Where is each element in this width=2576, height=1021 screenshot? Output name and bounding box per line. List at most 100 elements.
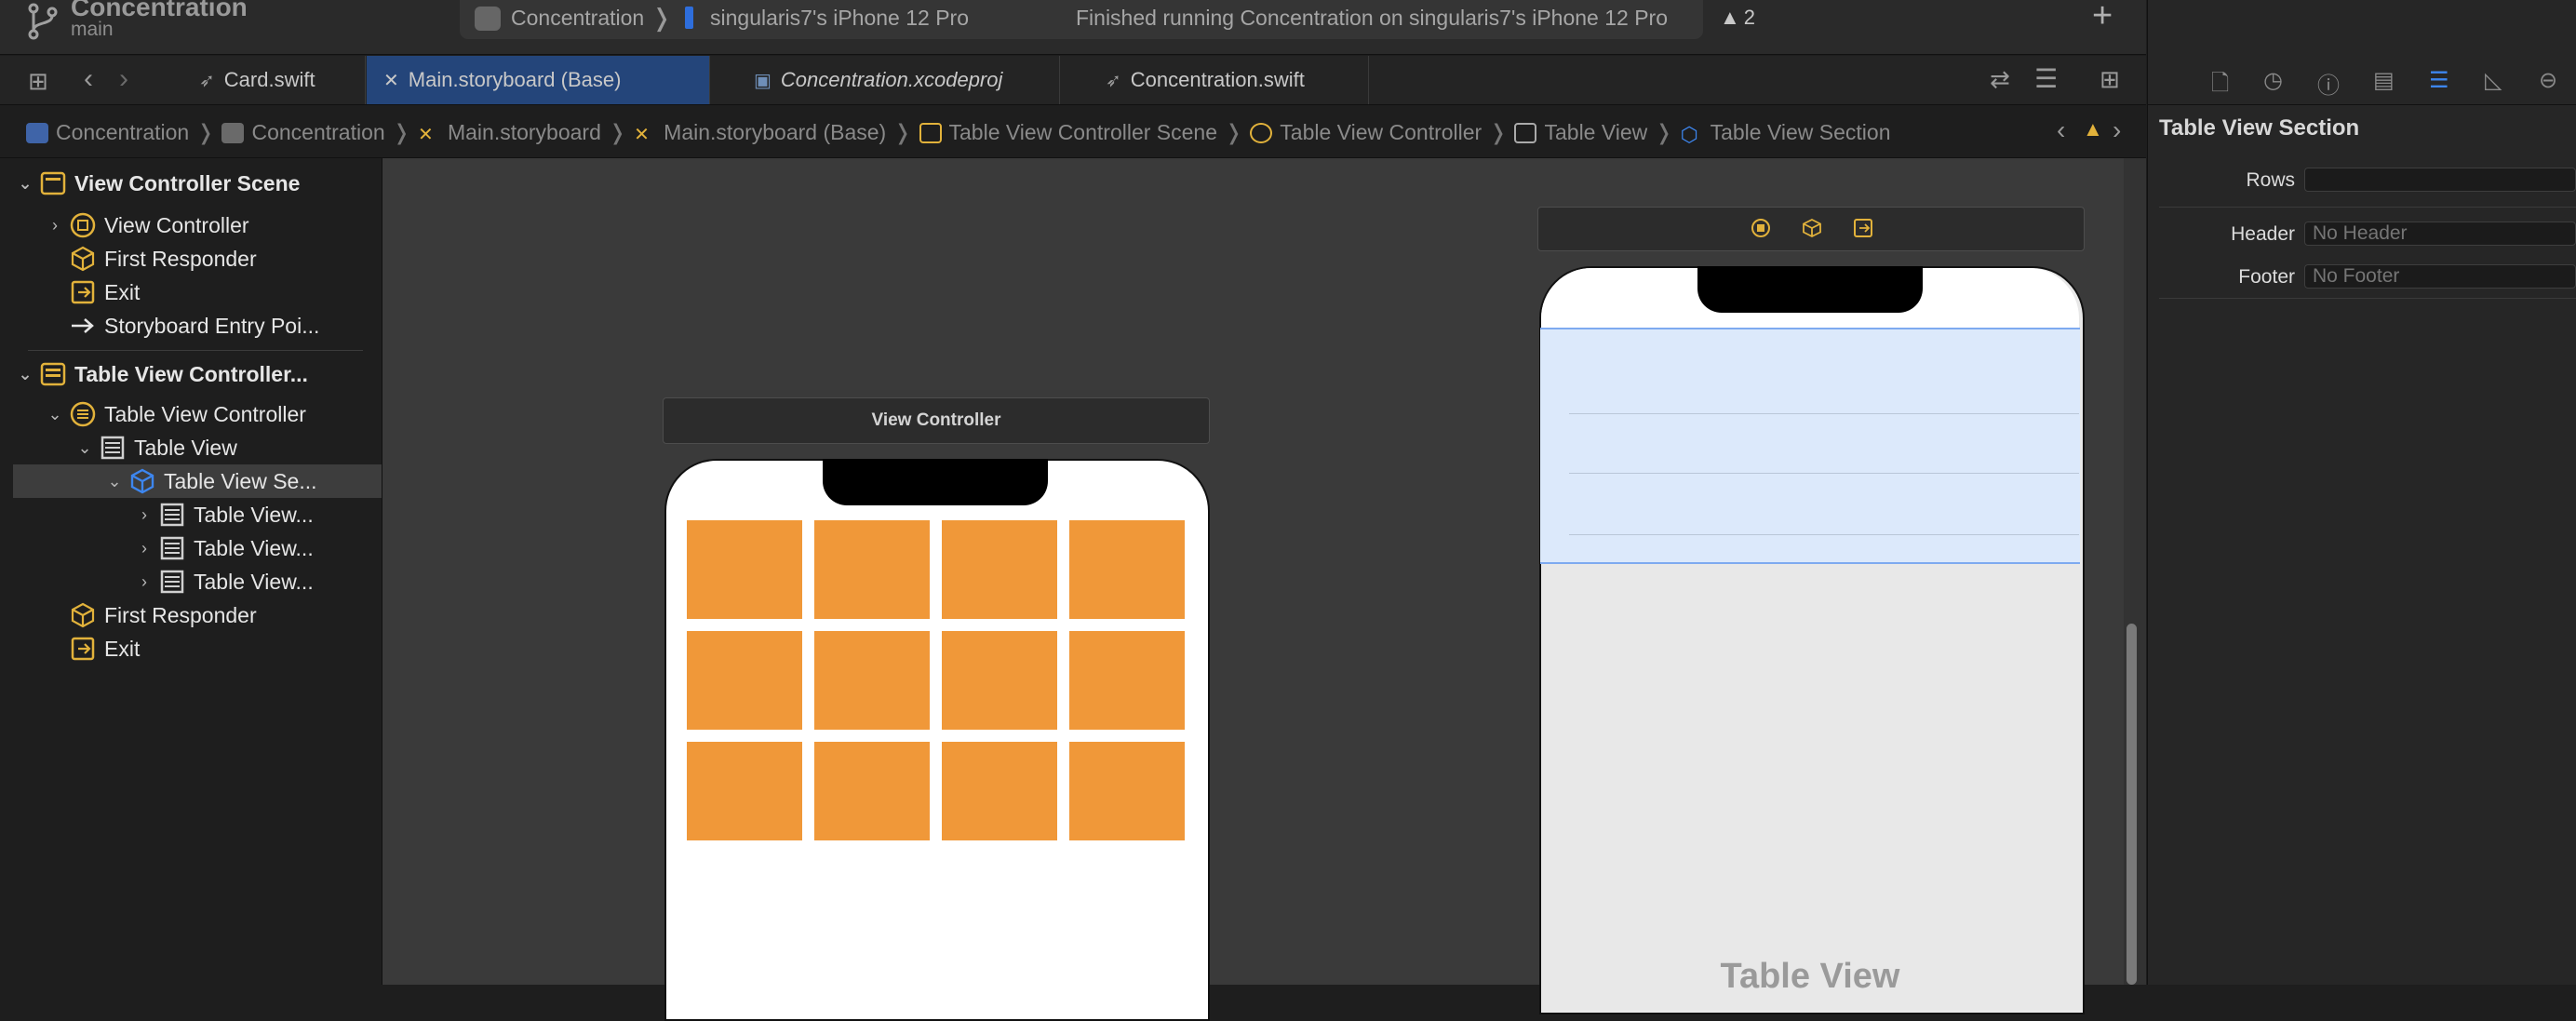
- outline-item-first-responder[interactable]: First Responder: [45, 243, 257, 275]
- outline-item-storyboard-entry-point[interactable]: Storyboard Entry Poi...: [45, 310, 319, 342]
- table-view-cell-icon: [158, 568, 186, 596]
- disclosure-expanded-chevron-icon[interactable]: ⌄: [15, 174, 35, 194]
- tab-card-swift[interactable]: ➶ Card.swift: [182, 56, 366, 104]
- swap-arrows-icon[interactable]: ⇄: [1990, 65, 2010, 94]
- view-controller-scene-dock[interactable]: View Controller: [663, 397, 1210, 444]
- disclosure-collapsed-chevron-icon[interactable]: ›: [45, 216, 65, 235]
- phone-notch: [1697, 266, 1923, 313]
- tab-concentration-swift[interactable]: ➶ Concentration.swift: [1089, 56, 1369, 104]
- first-responder-dock-icon[interactable]: [1801, 217, 1823, 239]
- outline-item-view-controller-scene[interactable]: ⌄ View Controller Scene: [15, 168, 300, 199]
- warning-badge[interactable]: ▲ 2: [1720, 6, 1755, 30]
- inspector-divider: [2159, 298, 2576, 299]
- header-field[interactable]: [2304, 222, 2576, 246]
- table-view-controller-icon: [69, 400, 97, 428]
- outline-item-table-view-section[interactable]: ⌄ Table View Se...: [104, 465, 317, 497]
- disclosure-expanded-chevron-icon[interactable]: ⌄: [104, 472, 125, 491]
- tab-label: Concentration.xcodeproj: [780, 68, 1003, 91]
- breadcrumb-project[interactable]: Concentration: [26, 120, 189, 145]
- outline-item-table-view-controller-scene[interactable]: ⌄ Table View Controller...: [15, 358, 307, 390]
- identity-inspector-icon[interactable]: ▤: [2373, 67, 2395, 94]
- next-issue-chevron-icon[interactable]: ›: [2113, 115, 2121, 145]
- swift-file-icon: ➶: [199, 70, 215, 91]
- disclosure-expanded-chevron-icon[interactable]: ⌄: [45, 405, 65, 424]
- quick-help-icon[interactable]: ⓘ: [2317, 67, 2340, 100]
- navigate-forward-chevron-icon[interactable]: ›: [119, 63, 128, 95]
- outline-item-table-view-controller[interactable]: ⌄ Table View Controller: [45, 398, 306, 430]
- outline-item-table-view-cell[interactable]: › Table View...: [134, 566, 314, 598]
- attributes-inspector-icon[interactable]: ☰: [2429, 67, 2449, 94]
- table-view-controller-icon: [1250, 122, 1273, 143]
- card-button[interactable]: [1069, 631, 1185, 730]
- scheme-selector[interactable]: Concentration: [511, 6, 644, 31]
- disclosure-collapsed-chevron-icon[interactable]: ›: [134, 505, 154, 525]
- editor-options-lines-icon[interactable]: ☰: [2034, 63, 2058, 94]
- run-destination-selector[interactable]: singularis7's iPhone 12 Pro: [710, 6, 969, 31]
- card-button[interactable]: [814, 742, 930, 840]
- breadcrumb-storyboard-base[interactable]: ✕ Main.storyboard (Base): [634, 120, 886, 145]
- canvas-scrollbar-thumb[interactable]: [2127, 624, 2137, 985]
- header-label: Header: [2231, 223, 2295, 245]
- source-control-branch-icon[interactable]: [26, 3, 60, 40]
- inspector-section-title: Table View Section: [2159, 115, 2360, 141]
- editor-tab-bar: ➶ Card.swift ✕ Main.storyboard (Base) ▣ …: [0, 56, 2146, 105]
- card-button[interactable]: [942, 631, 1057, 730]
- navigate-back-chevron-icon[interactable]: ‹: [84, 63, 93, 95]
- previous-issue-chevron-icon[interactable]: ‹: [2057, 115, 2065, 145]
- outline-item-view-controller[interactable]: › View Controller: [45, 209, 249, 241]
- scene-icon: [39, 360, 67, 388]
- disclosure-expanded-chevron-icon[interactable]: ⌄: [74, 438, 95, 458]
- outline-item-table-view-cell[interactable]: › Table View...: [134, 499, 314, 531]
- card-button[interactable]: [687, 631, 802, 730]
- footer-label: Footer: [2238, 266, 2295, 288]
- outline-item-first-responder[interactable]: First Responder: [45, 599, 257, 631]
- breadcrumb-table-view-section[interactable]: ⬡ Table View Section: [1681, 120, 1891, 146]
- tab-main-storyboard[interactable]: ✕ Main.storyboard (Base): [367, 56, 710, 104]
- breadcrumb-chevron-icon: ❭: [608, 120, 627, 144]
- breadcrumb-table-view[interactable]: Table View: [1514, 120, 1647, 145]
- file-inspector-icon[interactable]: 🗋: [2211, 67, 2229, 105]
- table-row-separator: [1569, 473, 2079, 474]
- connections-inspector-icon[interactable]: ⊖: [2539, 67, 2557, 94]
- table-view-cell-icon: [158, 534, 186, 562]
- rows-stepper-field[interactable]: [2304, 168, 2576, 192]
- card-button[interactable]: [687, 742, 802, 840]
- warning-triangle-icon[interactable]: ▲: [2083, 117, 2103, 141]
- card-button[interactable]: [1069, 520, 1185, 619]
- breadcrumb-storyboard[interactable]: ✕ Main.storyboard: [418, 120, 601, 145]
- table-view-section-selection[interactable]: [1540, 328, 2080, 564]
- warning-count: 2: [1743, 6, 1756, 29]
- view-controller-dock-icon[interactable]: [1750, 217, 1772, 239]
- tab-concentration-xcodeproj[interactable]: ▣ Concentration.xcodeproj: [737, 56, 1060, 104]
- card-button[interactable]: [1069, 742, 1185, 840]
- exit-dock-icon[interactable]: [1852, 217, 1874, 239]
- footer-field[interactable]: [2304, 264, 2576, 289]
- breadcrumb-chevron-icon: ❭: [1225, 120, 1243, 144]
- breadcrumb-scene[interactable]: Table View Controller Scene: [919, 120, 1217, 145]
- disclosure-expanded-chevron-icon[interactable]: ⌄: [15, 365, 35, 384]
- add-library-button[interactable]: +: [2092, 0, 2113, 36]
- card-button[interactable]: [814, 520, 930, 619]
- breadcrumb-chevron-icon: ❭: [392, 120, 410, 144]
- outline-item-table-view-cell[interactable]: › Table View...: [134, 532, 314, 564]
- size-inspector-icon[interactable]: ◺: [2485, 67, 2502, 94]
- breadcrumb-controller[interactable]: Table View Controller: [1250, 120, 1482, 145]
- disclosure-collapsed-chevron-icon[interactable]: ›: [134, 572, 154, 592]
- card-button[interactable]: [687, 520, 802, 619]
- add-editor-pane-icon[interactable]: ⊞: [2100, 65, 2120, 94]
- outline-item-table-view[interactable]: ⌄ Table View: [74, 432, 236, 463]
- outline-item-exit[interactable]: Exit: [45, 276, 140, 308]
- table-view-cell-icon: [158, 501, 186, 529]
- breadcrumb-chevron-icon: ❭: [1655, 120, 1673, 144]
- card-button[interactable]: [814, 631, 930, 730]
- history-inspector-icon[interactable]: ◷: [2263, 67, 2283, 94]
- phone-notch: [823, 459, 1048, 505]
- card-button[interactable]: [942, 520, 1057, 619]
- card-button[interactable]: [942, 742, 1057, 840]
- outline-item-exit[interactable]: Exit: [45, 633, 140, 665]
- disclosure-collapsed-chevron-icon[interactable]: ›: [134, 539, 154, 558]
- breadcrumb-group[interactable]: Concentration: [221, 120, 385, 145]
- scheme-separator-chevron-icon: ❭: [651, 4, 672, 32]
- table-view-icon: [99, 434, 127, 462]
- related-items-grid-icon[interactable]: ⊞: [28, 67, 48, 96]
